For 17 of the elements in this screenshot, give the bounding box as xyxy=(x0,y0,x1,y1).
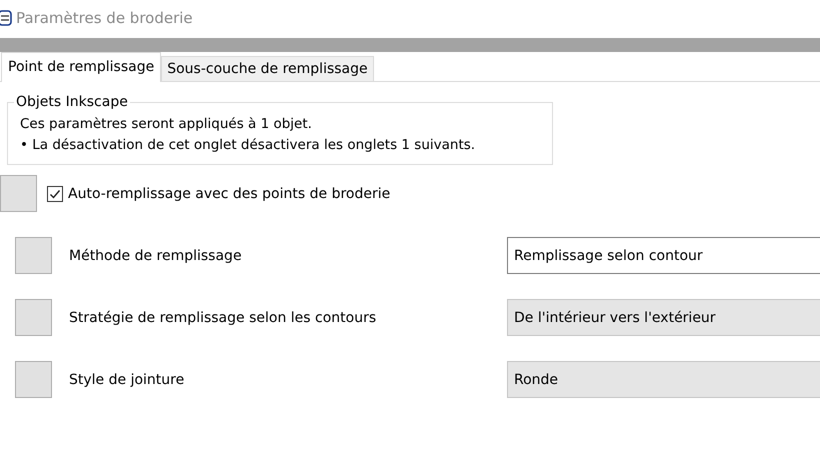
toggle-button[interactable] xyxy=(15,237,52,274)
param-label: Stratégie de remplissage selon les contours xyxy=(69,310,378,326)
toggle-button[interactable] xyxy=(0,175,37,212)
dropdown[interactable]: Ronde xyxy=(507,361,820,398)
input-field[interactable]: Remplissage selon contour xyxy=(507,237,820,274)
info-text: • La désactivation de cet onglet désactivera les onglets 1 suivants. xyxy=(20,136,476,155)
window-title: Paramètres de broderie xyxy=(16,9,193,27)
tab[interactable]: Sous-couche de remplissage xyxy=(161,56,374,81)
checkbox-icon[interactable] xyxy=(47,186,63,202)
toggle-button[interactable] xyxy=(15,299,52,336)
dropdown[interactable]: De l'intérieur vers l'extérieur xyxy=(507,299,820,336)
param-label: Méthode de remplissage xyxy=(69,248,243,264)
group-title: Objets Inkscape xyxy=(15,94,129,110)
tab[interactable]: Point de remplissage xyxy=(1,52,162,82)
info-text: Ces paramètres seront appliqués à 1 objet. xyxy=(20,115,313,134)
toggle-button[interactable] xyxy=(15,361,52,398)
param-label: Style de jointure xyxy=(69,372,186,388)
